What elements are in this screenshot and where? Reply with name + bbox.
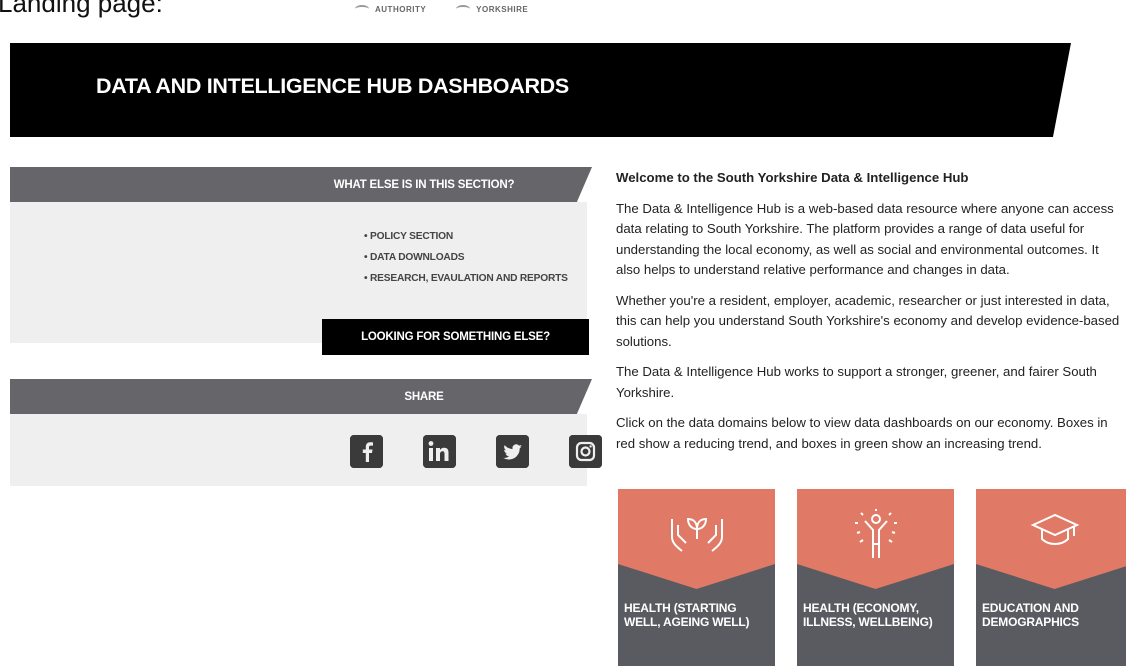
tile-label: HEALTH (STARTING WELL, AGEING WELL): [624, 601, 750, 629]
hands-plant-icon: [670, 517, 723, 552]
facebook-icon[interactable]: [350, 435, 383, 468]
logo-mark-icon: [456, 5, 471, 13]
section-heading: WHAT ELSE IS IN THIS SECTION?: [333, 178, 515, 191]
partner-logos: AUTHORITY YORKSHIRE: [355, 3, 528, 15]
link-research-reports[interactable]: • RESEARCH, EVAULATION AND REPORTS: [364, 268, 568, 289]
tile-health-economy-illness[interactable]: HEALTH (ECONOMY, ILLNESS, WELLBEING): [797, 489, 954, 666]
tile-header: [797, 489, 954, 589]
logo-yorkshire: YORKSHIRE: [456, 3, 528, 15]
instagram-icon[interactable]: [569, 435, 602, 468]
tile-education-demographics[interactable]: EDUCATION AND DEMOGRAPHICS: [976, 489, 1126, 666]
tile-health-starting-ageing[interactable]: HEALTH (STARTING WELL, AGEING WELL): [618, 489, 775, 666]
tile-header: [618, 489, 775, 589]
logo-label: AUTHORITY: [375, 4, 427, 14]
looking-for-something-else-button[interactable]: LOOKING FOR SOMETHING ELSE?: [322, 319, 589, 355]
link-data-downloads[interactable]: • DATA DOWNLOADS: [364, 247, 568, 268]
tile-header: [976, 489, 1126, 589]
section-links: • POLICY SECTION • DATA DOWNLOADS • RESE…: [364, 226, 568, 289]
domain-tiles: HEALTH (STARTING WELL, AGEING WELL) HEAL…: [618, 489, 1126, 666]
intro-paragraph: The Data & Intelligence Hub is a web-bas…: [616, 200, 1114, 278]
section-heading-bar: WHAT ELSE IS IN THIS SECTION?: [10, 167, 592, 202]
logo-mark-icon: [355, 5, 369, 13]
intro-section: Welcome to the South Yorkshire Data & In…: [616, 168, 1126, 464]
linkedin-icon[interactable]: [423, 435, 456, 468]
link-policy-section[interactable]: • POLICY SECTION: [364, 226, 568, 247]
tile-label: EDUCATION AND DEMOGRAPHICS: [982, 601, 1079, 629]
hero-banner: DATA AND INTELLIGENCE HUB DASHBOARDS: [10, 43, 1071, 137]
caption: Landing page:: [0, 0, 163, 18]
page-title: DATA AND INTELLIGENCE HUB DASHBOARDS: [96, 74, 569, 98]
intro-paragraph: Click on the data domains below to view …: [616, 415, 1108, 451]
social-links: [350, 435, 602, 468]
share-heading-bar: SHARE: [10, 379, 592, 414]
logo-authority: AUTHORITY: [355, 3, 426, 15]
graduation-cap-icon: [1030, 513, 1079, 546]
twitter-icon[interactable]: [496, 435, 529, 468]
intro-paragraph: The Data & Intelligence Hub works to sup…: [616, 364, 1097, 400]
person-radiant-icon: [854, 509, 897, 558]
intro-heading: Welcome to the South Yorkshire Data & In…: [616, 170, 969, 185]
tile-label: HEALTH (ECONOMY, ILLNESS, WELLBEING): [803, 601, 933, 629]
share-heading: SHARE: [404, 390, 444, 403]
logo-label: YORKSHIRE: [476, 4, 529, 14]
intro-paragraph: Whether you're a resident, employer, aca…: [616, 292, 1120, 349]
